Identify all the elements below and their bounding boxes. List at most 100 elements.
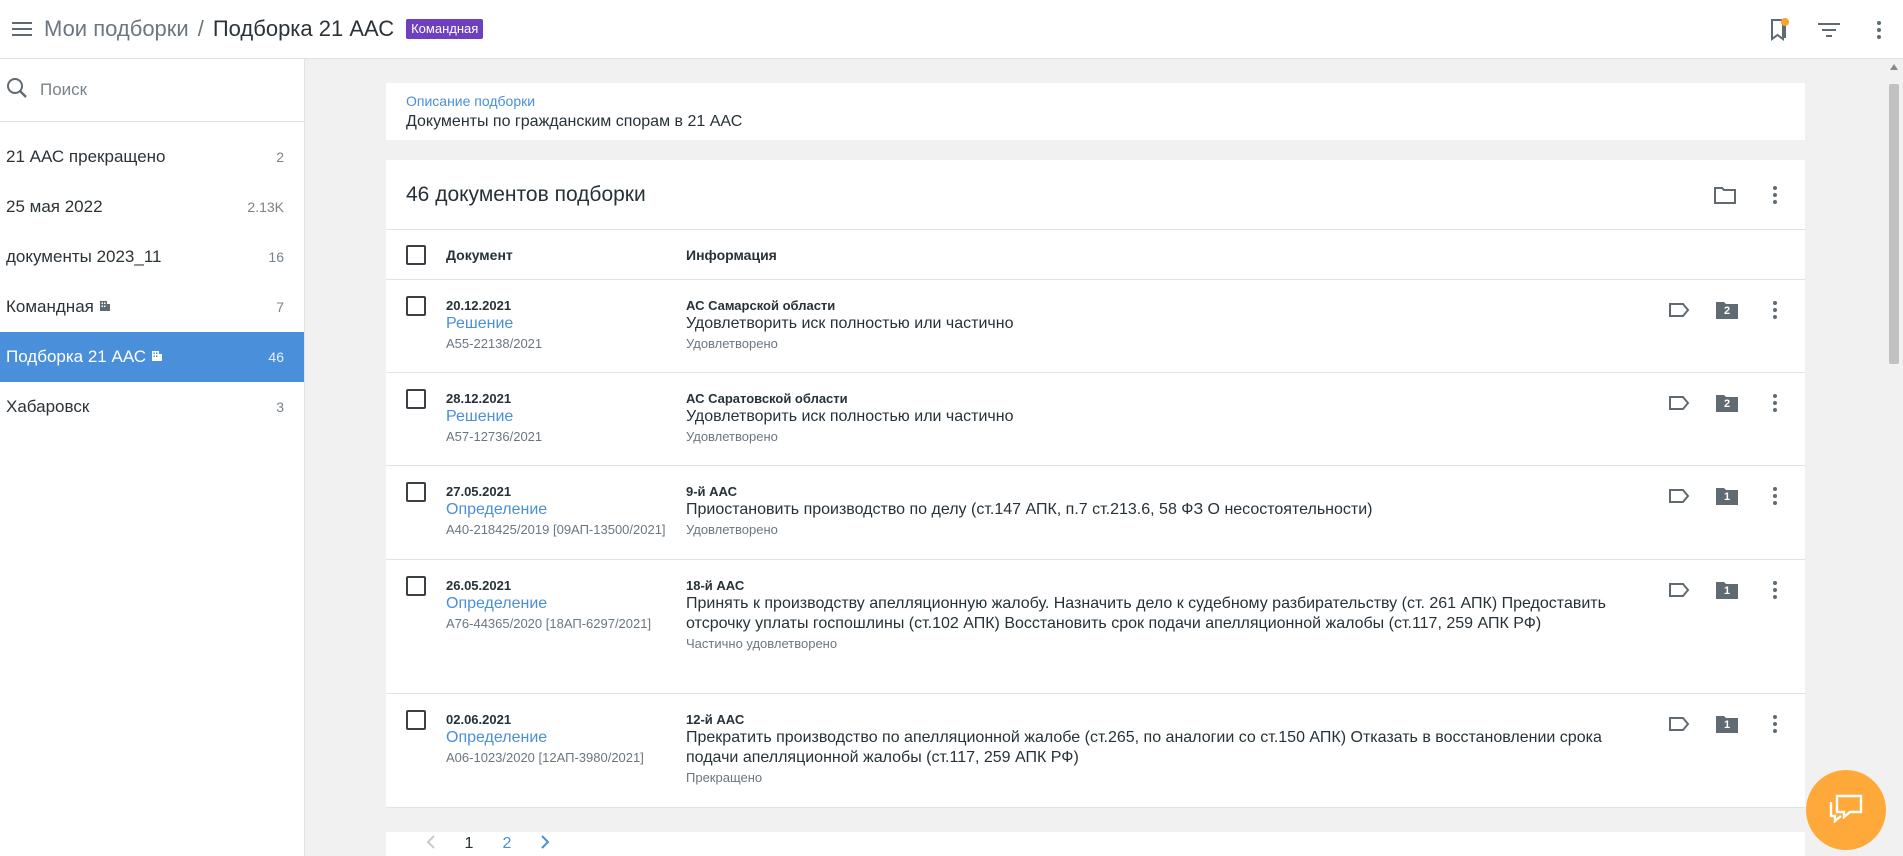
column-document: Документ bbox=[446, 246, 513, 263]
court-name: АС Самарской области bbox=[686, 298, 836, 313]
breadcrumb: Мои подборки / Подборка 21 ААС Командная bbox=[44, 16, 484, 42]
more-vert-icon[interactable] bbox=[1859, 10, 1899, 50]
folder-count-icon[interactable]: 2 bbox=[1707, 383, 1747, 423]
document-cell: 28.12.2021 Решение А57-12736/2021 bbox=[426, 389, 686, 465]
prev-page-icon[interactable] bbox=[412, 834, 450, 854]
decision-status: Частично удовлетворено bbox=[686, 636, 838, 651]
decision-text: Удовлетворить иск полностью или частично bbox=[686, 408, 1014, 425]
more-vert-icon[interactable] bbox=[1755, 570, 1795, 610]
building-icon bbox=[151, 347, 163, 367]
document-date: 02.06.2021 bbox=[446, 712, 512, 727]
scroll-thumb[interactable] bbox=[1889, 84, 1899, 364]
breadcrumb-my-collections[interactable]: Мои подборки bbox=[44, 16, 189, 42]
info-cell: 9-й ААС Приостановить производство по де… bbox=[686, 482, 1805, 559]
table-row[interactable]: 20.12.2021 Решение А55-22138/2021 АС Сам… bbox=[386, 280, 1805, 373]
court-name: 12-й ААС bbox=[686, 712, 745, 727]
sidebar-item-count: 46 bbox=[268, 349, 284, 365]
header-actions bbox=[1749, 0, 1903, 59]
info-cell: АС Саратовской области Удовлетворить иск… bbox=[686, 389, 1805, 465]
row-checkbox[interactable] bbox=[406, 389, 426, 409]
decision-text: Приостановить производство по делу (ст.1… bbox=[686, 501, 1373, 518]
more-vert-icon[interactable] bbox=[1755, 476, 1795, 516]
document-type-link[interactable]: Определение bbox=[446, 728, 686, 748]
decision-text: Прекратить производство по апелляционной… bbox=[686, 729, 1602, 766]
info-cell: АС Самарской области Удовлетворить иск п… bbox=[686, 296, 1805, 372]
scroll-up-arrow[interactable] bbox=[1890, 64, 1898, 70]
info-cell: 18-й ААС Принять к производству апелляци… bbox=[686, 576, 1805, 693]
sidebar-item-documents-2023-11[interactable]: документы 2023_11 16 bbox=[0, 232, 304, 282]
folder-count-icon[interactable]: 1 bbox=[1707, 570, 1747, 610]
description-card: Описание подборки Документы по гражданск… bbox=[386, 83, 1805, 140]
page-current[interactable]: 1 bbox=[450, 835, 488, 853]
document-type-link[interactable]: Определение bbox=[446, 594, 686, 614]
chat-button[interactable] bbox=[1806, 770, 1886, 850]
row-checkbox[interactable] bbox=[406, 710, 426, 730]
decision-status: Удовлетворено bbox=[686, 522, 778, 537]
case-number: А40-218425/2019 [09АП-13500/2021] bbox=[446, 522, 666, 537]
case-number: А06-1023/2020 [12АП-3980/2021] bbox=[446, 750, 644, 765]
table-row[interactable]: 02.06.2021 Определение А06-1023/2020 [12… bbox=[386, 694, 1805, 808]
sidebar-item-khabarovsk[interactable]: Хабаровск 3 bbox=[0, 382, 304, 432]
table-row[interactable]: 28.12.2021 Решение А57-12736/2021 АС Сар… bbox=[386, 373, 1805, 466]
scrollbar[interactable] bbox=[1885, 59, 1903, 856]
court-name: 18-й ААС bbox=[686, 578, 745, 593]
sidebar-item-count: 2 bbox=[276, 149, 284, 165]
sidebar-item-25-may-2022[interactable]: 25 мая 2022 2.13K bbox=[0, 182, 304, 232]
court-name: 9-й ААС bbox=[686, 484, 738, 499]
folder-icon[interactable] bbox=[1705, 175, 1745, 215]
document-date: 26.05.2021 bbox=[446, 578, 512, 593]
more-vert-icon[interactable] bbox=[1755, 290, 1795, 330]
document-date: 28.12.2021 bbox=[446, 391, 512, 406]
notification-dot bbox=[1781, 17, 1789, 26]
documents-card: 46 документов подборки Документ Информац… bbox=[386, 160, 1805, 808]
sidebar-item-name: Командная bbox=[6, 297, 111, 317]
next-page-icon[interactable] bbox=[526, 834, 564, 854]
tag-icon[interactable] bbox=[1659, 290, 1699, 330]
document-date: 20.12.2021 bbox=[446, 298, 512, 313]
folder-count: 1 bbox=[1723, 585, 1731, 597]
select-all-checkbox[interactable] bbox=[406, 244, 426, 265]
breadcrumb-separator: / bbox=[197, 16, 204, 41]
page-title: Подборка 21 ААС bbox=[212, 16, 395, 41]
document-type-link[interactable]: Определение bbox=[446, 500, 686, 520]
documents-title: 46 документов подборки bbox=[406, 182, 646, 206]
case-number: А76-44365/2020 [18АП-6297/2021] bbox=[446, 616, 652, 631]
documents-header: 46 документов подборки bbox=[386, 160, 1805, 230]
tag-icon[interactable] bbox=[1659, 570, 1699, 610]
search-input[interactable] bbox=[40, 80, 280, 100]
more-vert-icon[interactable] bbox=[1755, 175, 1795, 215]
filter-icon[interactable] bbox=[1809, 10, 1849, 50]
description-label: Описание подборки bbox=[406, 93, 536, 109]
folder-count-icon[interactable]: 1 bbox=[1707, 704, 1747, 744]
row-checkbox[interactable] bbox=[406, 482, 426, 502]
sidebar-item-label: документы 2023_11 bbox=[6, 247, 162, 266]
sidebar-item-collection-21-aas[interactable]: Подборка 21 ААС 46 bbox=[0, 332, 304, 382]
sidebar-item-team[interactable]: Командная 7 bbox=[0, 282, 304, 332]
sidebar-item-21-aas-terminated[interactable]: 21 ААС прекращено 2 bbox=[0, 132, 304, 182]
row-checkbox[interactable] bbox=[406, 296, 426, 316]
search-icon bbox=[6, 77, 28, 104]
tag-icon[interactable] bbox=[1659, 476, 1699, 516]
more-vert-icon[interactable] bbox=[1755, 704, 1795, 744]
folder-count: 2 bbox=[1723, 398, 1731, 410]
bookmark-notification-icon[interactable] bbox=[1759, 10, 1799, 50]
table-row[interactable]: 27.05.2021 Определение А40-218425/2019 [… bbox=[386, 466, 1805, 560]
menu-icon[interactable] bbox=[4, 11, 40, 47]
table-row[interactable]: 26.05.2021 Определение А76-44365/2020 [1… bbox=[386, 560, 1805, 694]
sidebar-item-count: 16 bbox=[268, 249, 284, 265]
document-cell: 02.06.2021 Определение А06-1023/2020 [12… bbox=[426, 710, 686, 807]
document-type-link[interactable]: Решение bbox=[446, 314, 686, 334]
sidebar-item-name: Подборка 21 ААС bbox=[6, 347, 163, 367]
document-type-link[interactable]: Решение bbox=[446, 407, 686, 427]
row-checkbox[interactable] bbox=[406, 576, 426, 596]
more-vert-icon[interactable] bbox=[1755, 383, 1795, 423]
page-link[interactable]: 2 bbox=[488, 835, 526, 853]
tag-icon[interactable] bbox=[1659, 383, 1699, 423]
sidebar-item-count: 2.13K bbox=[247, 199, 284, 215]
decision-status: Удовлетворено bbox=[686, 429, 778, 444]
tag-icon[interactable] bbox=[1659, 704, 1699, 744]
document-cell: 20.12.2021 Решение А55-22138/2021 bbox=[426, 296, 686, 372]
sidebar-item-label: Хабаровск bbox=[6, 397, 90, 416]
folder-count-icon[interactable]: 2 bbox=[1707, 290, 1747, 330]
folder-count-icon[interactable]: 1 bbox=[1707, 476, 1747, 516]
